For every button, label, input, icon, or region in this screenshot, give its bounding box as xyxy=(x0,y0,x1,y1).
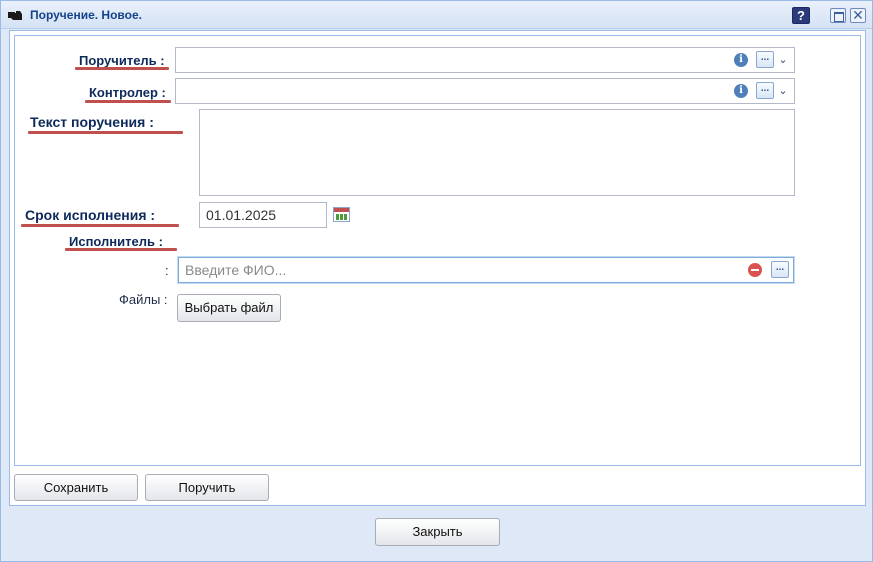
calendar-icon[interactable] xyxy=(333,207,350,222)
kontroler-info-icon[interactable]: i xyxy=(734,84,748,98)
poruchitel-label: Поручитель : xyxy=(79,53,165,68)
window-title: Поручение. Новое. xyxy=(30,8,142,22)
tekst-underline xyxy=(28,131,183,134)
kontroler-input[interactable] xyxy=(176,79,794,103)
choose-file-button[interactable]: Выбрать файл xyxy=(177,294,281,322)
ispolnitel-underline xyxy=(65,248,177,251)
poruchitel-info-icon[interactable]: i xyxy=(734,53,748,67)
kontroler-chevron-down-icon[interactable]: ⌄ xyxy=(778,86,788,97)
clear-icon[interactable] xyxy=(748,263,762,277)
ispolnitel-fio-input[interactable] xyxy=(179,258,793,282)
ispolnitel-select-button[interactable]: ... xyxy=(771,261,789,278)
help-button[interactable]: ? xyxy=(792,7,810,24)
tekst-label: Текст поручения : xyxy=(30,114,154,130)
maximize-button[interactable] xyxy=(830,8,846,23)
titlebar[interactable]: Поручение. Новое. ? ✕ xyxy=(1,1,872,29)
poruchitel-field[interactable] xyxy=(175,47,795,73)
poruchitel-input[interactable] xyxy=(176,48,794,72)
faily-label: Файлы : xyxy=(119,292,168,307)
dialog-window: Поручение. Новое. ? ✕ Поручитель : i ...… xyxy=(0,0,873,562)
srok-label: Срок исполнения : xyxy=(25,207,156,223)
ispolnitel-field[interactable] xyxy=(178,257,794,283)
poruchitel-chevron-down-icon[interactable]: ⌄ xyxy=(778,55,788,66)
close-icon: ✕ xyxy=(852,7,864,23)
dialog-body: Поручитель : i ... ⌄ Контролер : i ... ⌄… xyxy=(9,30,866,506)
ispolnitel-prefix: : xyxy=(165,263,169,278)
form-panel: Поручитель : i ... ⌄ Контролер : i ... ⌄… xyxy=(14,35,861,466)
save-button[interactable]: Сохранить xyxy=(14,474,138,501)
ispolnitel-label: Исполнитель : xyxy=(69,234,163,249)
srok-date-input[interactable] xyxy=(200,203,326,227)
assign-button[interactable]: Поручить xyxy=(145,474,269,501)
poruchitel-underline xyxy=(75,67,169,70)
close-button[interactable]: Закрыть xyxy=(375,518,500,546)
pointing-hand-icon xyxy=(8,11,22,20)
kontroler-label: Контролер : xyxy=(89,85,166,100)
kontroler-select-button[interactable]: ... xyxy=(756,82,774,99)
srok-field[interactable] xyxy=(199,202,327,228)
kontroler-field[interactable] xyxy=(175,78,795,104)
kontroler-underline xyxy=(85,100,171,103)
close-window-button[interactable]: ✕ xyxy=(850,7,866,23)
poruchitel-select-button[interactable]: ... xyxy=(756,51,774,68)
srok-underline xyxy=(21,224,179,227)
tekst-textarea[interactable] xyxy=(199,109,795,196)
